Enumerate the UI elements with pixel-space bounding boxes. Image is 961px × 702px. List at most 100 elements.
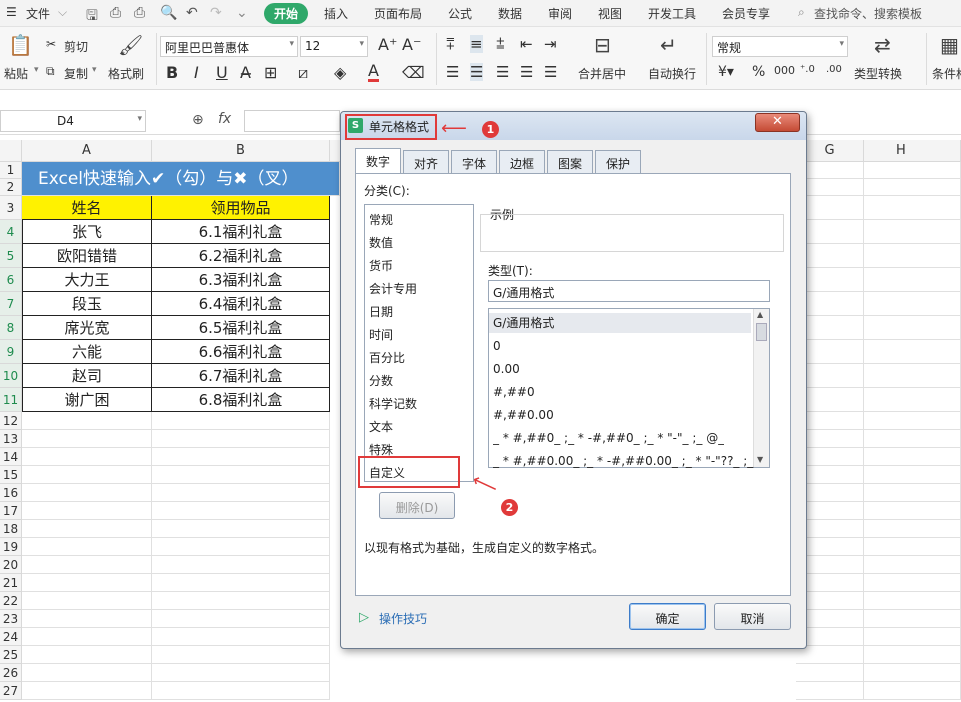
decrease-font-icon[interactable]: A⁻ bbox=[402, 35, 421, 54]
empty-cell[interactable] bbox=[22, 664, 152, 682]
tab-protection[interactable]: 保护 bbox=[595, 150, 641, 173]
header-cell[interactable]: 领用物品 bbox=[152, 196, 330, 220]
eraser-icon[interactable]: ⌫ bbox=[402, 63, 425, 82]
empty-cell[interactable] bbox=[152, 610, 330, 628]
bucket-icon[interactable]: ◈ bbox=[334, 63, 346, 82]
redo-icon[interactable]: ↷ bbox=[210, 5, 222, 21]
align-right-icon[interactable]: ☰ bbox=[496, 63, 509, 81]
font-color-icon[interactable]: A bbox=[368, 63, 379, 82]
ok-button[interactable]: 确定 bbox=[629, 603, 706, 630]
empty-cell[interactable] bbox=[22, 412, 152, 430]
bold-icon[interactable]: B bbox=[166, 63, 178, 82]
row-header[interactable]: 16 bbox=[0, 484, 22, 502]
empty-cell[interactable] bbox=[864, 179, 961, 196]
indent-increase-icon[interactable]: ⇥ bbox=[544, 35, 557, 53]
empty-cell[interactable] bbox=[22, 538, 152, 556]
name-cell[interactable]: 赵司 bbox=[22, 364, 152, 388]
row-header[interactable]: 23 bbox=[0, 610, 22, 628]
empty-cell[interactable] bbox=[864, 628, 961, 646]
item-cell[interactable]: 6.6福利礼盒 bbox=[152, 340, 330, 364]
empty-cell[interactable] bbox=[864, 340, 961, 364]
row-header[interactable]: 12 bbox=[0, 412, 22, 430]
merge-center-button[interactable]: 合并居中 bbox=[578, 65, 626, 82]
fx-icon[interactable]: fx bbox=[218, 111, 231, 127]
tab-border[interactable]: 边框 bbox=[499, 150, 545, 173]
empty-cell[interactable] bbox=[152, 412, 330, 430]
column-header[interactable]: H bbox=[864, 140, 961, 162]
delete-button[interactable]: 删除(D) bbox=[379, 492, 455, 519]
type-convert-button[interactable]: 类型转换 bbox=[854, 65, 902, 82]
type-list-item[interactable]: G/通用格式 bbox=[489, 313, 751, 333]
empty-cell[interactable] bbox=[22, 448, 152, 466]
row-header[interactable]: 26 bbox=[0, 664, 22, 682]
align-top-icon[interactable]: ⩱ bbox=[446, 35, 455, 53]
type-input[interactable]: G/通用格式 bbox=[488, 280, 770, 302]
row-header[interactable]: 25 bbox=[0, 646, 22, 664]
empty-cell[interactable] bbox=[864, 220, 961, 244]
empty-cell[interactable] bbox=[152, 628, 330, 646]
category-item[interactable]: 分数 bbox=[369, 372, 393, 389]
type-list-item[interactable]: #,##0.00 bbox=[493, 405, 554, 425]
type-list-item[interactable]: _ * #,##0.00_ ;_ * -#,##0.00_ ;_ * "-"??… bbox=[493, 451, 755, 471]
row-header[interactable]: 4 bbox=[0, 220, 22, 244]
customize-icon[interactable]: ⌄ bbox=[236, 5, 248, 21]
command-search[interactable]: 查找命令、搜索模板 bbox=[814, 5, 922, 22]
thousands-icon[interactable]: 000 bbox=[774, 64, 795, 77]
export-pdf-icon[interactable]: ⎙ bbox=[110, 5, 121, 21]
font-size-select[interactable]: 12 ▾ bbox=[300, 36, 368, 57]
empty-cell[interactable] bbox=[864, 316, 961, 340]
empty-cell[interactable] bbox=[864, 592, 961, 610]
type-list-item[interactable]: #,##0 bbox=[493, 382, 535, 402]
name-cell[interactable]: 段玉 bbox=[22, 292, 152, 316]
row-header[interactable]: 5 bbox=[0, 244, 22, 268]
item-cell[interactable]: 6.4福利礼盒 bbox=[152, 292, 330, 316]
zoom-icon[interactable]: ⊕ bbox=[192, 112, 204, 128]
empty-cell[interactable] bbox=[22, 574, 152, 592]
empty-cell[interactable] bbox=[22, 466, 152, 484]
menu-view[interactable]: 视图 bbox=[598, 5, 622, 22]
tips-link[interactable]: 操作技巧 bbox=[379, 610, 427, 627]
row-header[interactable]: 14 bbox=[0, 448, 22, 466]
search-icon[interactable]: ⌕ bbox=[798, 5, 805, 20]
name-cell[interactable]: 谢广困 bbox=[22, 388, 152, 412]
item-cell[interactable]: 6.7福利礼盒 bbox=[152, 364, 330, 388]
row-header[interactable]: 3 bbox=[0, 196, 22, 220]
wrap-text-button[interactable]: 自动换行 bbox=[648, 65, 696, 82]
empty-cell[interactable] bbox=[152, 502, 330, 520]
undo-icon[interactable]: ↶ bbox=[186, 5, 198, 21]
copy-button[interactable]: 复制 bbox=[64, 65, 88, 82]
empty-cell[interactable] bbox=[22, 520, 152, 538]
row-header[interactable]: 17 bbox=[0, 502, 22, 520]
row-header[interactable]: 8 bbox=[0, 316, 22, 340]
empty-cell[interactable] bbox=[864, 196, 961, 220]
category-item[interactable]: 数值 bbox=[369, 234, 393, 251]
print-icon[interactable]: ⎙ bbox=[134, 5, 145, 21]
scroll-down-icon[interactable]: ▼ bbox=[757, 455, 763, 464]
increase-decimal-icon[interactable]: ⁺.0 bbox=[800, 64, 815, 75]
tab-pattern[interactable]: 图案 bbox=[547, 150, 593, 173]
empty-cell[interactable] bbox=[864, 538, 961, 556]
scrollbar-thumb[interactable] bbox=[756, 323, 767, 341]
empty-cell[interactable] bbox=[864, 520, 961, 538]
align-middle-icon[interactable]: ≡ bbox=[470, 35, 483, 53]
category-item[interactable]: 会计专用 bbox=[369, 280, 417, 297]
align-center-icon[interactable]: ☰ bbox=[470, 63, 484, 81]
type-list-scrollbar[interactable]: ▲ ▼ bbox=[753, 309, 769, 467]
percent-icon[interactable]: % bbox=[752, 64, 765, 80]
format-painter-button[interactable]: 格式刷 bbox=[108, 65, 144, 82]
empty-cell[interactable] bbox=[864, 364, 961, 388]
empty-cell[interactable] bbox=[864, 556, 961, 574]
copy-dropdown-icon[interactable]: ▾ bbox=[92, 65, 97, 75]
empty-cell[interactable] bbox=[152, 448, 330, 466]
menu-page-layout[interactable]: 页面布局 bbox=[374, 5, 422, 22]
item-cell[interactable]: 6.8福利礼盒 bbox=[152, 388, 330, 412]
menu-data[interactable]: 数据 bbox=[498, 5, 522, 22]
fill-color-icon[interactable]: ⧄ bbox=[298, 63, 308, 83]
empty-cell[interactable] bbox=[864, 162, 961, 179]
type-list[interactable]: G/通用格式 0 0.00 #,##0 #,##0.00 _ * #,##0_ ;_ * … bbox=[488, 308, 770, 468]
empty-cell[interactable] bbox=[152, 556, 330, 574]
menu-review[interactable]: 审阅 bbox=[548, 5, 572, 22]
category-item[interactable]: 货币 bbox=[369, 257, 393, 274]
empty-cell[interactable] bbox=[864, 610, 961, 628]
name-cell[interactable]: 六能 bbox=[22, 340, 152, 364]
